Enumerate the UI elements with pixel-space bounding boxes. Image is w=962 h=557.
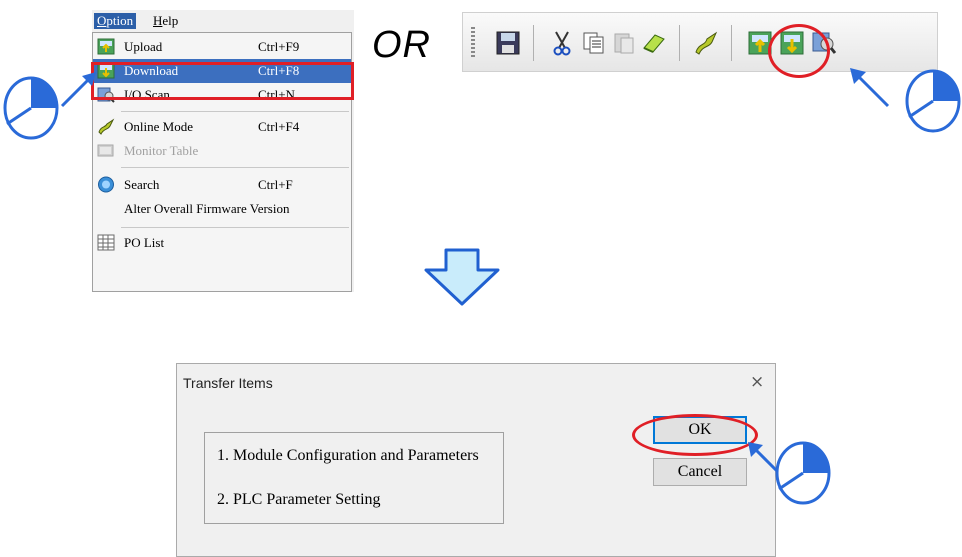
toolbar-divider xyxy=(731,25,732,61)
menu-item-monitor-table: Monitor Table xyxy=(93,139,351,163)
monitor-table-icon xyxy=(97,144,114,157)
po-list-icon xyxy=(97,234,115,251)
menu-help[interactable]: Help xyxy=(150,13,181,29)
menu-separator xyxy=(121,111,349,112)
upload-icon xyxy=(97,38,115,55)
online-mode-icon[interactable] xyxy=(693,30,719,56)
menu-item-label: Upload xyxy=(124,39,163,54)
menu-bar: Option Help xyxy=(92,10,354,32)
menu-separator xyxy=(121,167,349,168)
eraser-icon[interactable] xyxy=(641,30,667,56)
transfer-items-list: 1. Module Configuration and Parameters 2… xyxy=(204,432,504,524)
toolbar xyxy=(462,12,938,72)
dialog-title: Transfer Items xyxy=(183,375,273,391)
transfer-item: 2. PLC Parameter Setting xyxy=(217,491,381,508)
toolbar-divider xyxy=(533,25,534,61)
close-icon[interactable]: × xyxy=(750,372,764,392)
menu-item-upload[interactable]: Upload Ctrl+F9 xyxy=(93,35,351,59)
menu-item-po-list[interactable]: PO List xyxy=(93,231,351,255)
option-menu: Option Help Upload Ctrl+F9 Download Ctrl… xyxy=(91,10,354,292)
menu-item-label: Search xyxy=(124,177,160,192)
search-icon xyxy=(98,176,114,193)
pointer-arrow-icon xyxy=(60,72,96,108)
pointer-circle-icon xyxy=(3,76,59,140)
menu-item-search[interactable]: Search Ctrl+F xyxy=(93,173,351,197)
online-mode-icon xyxy=(98,118,115,135)
cancel-button[interactable]: Cancel xyxy=(653,458,747,486)
pointer-circle-icon xyxy=(775,441,831,505)
menu-item-label: PO List xyxy=(124,235,165,250)
menu-item-alter-firmware[interactable]: Alter Overall Firmware Version xyxy=(93,197,351,221)
menu-item-shortcut: Ctrl+F4 xyxy=(258,119,300,134)
save-icon[interactable] xyxy=(495,30,521,56)
toolbar-grip[interactable] xyxy=(471,27,475,59)
or-label: OR xyxy=(372,24,431,66)
menu-item-shortcut: Ctrl+F xyxy=(258,177,293,192)
toolbar-divider xyxy=(679,25,680,61)
download-button-highlight xyxy=(768,24,830,78)
download-highlight-box xyxy=(91,62,354,100)
ok-button-highlight xyxy=(632,414,758,456)
pointer-circle-icon xyxy=(905,69,961,133)
menu-option[interactable]: Option xyxy=(94,13,137,29)
transfer-items-dialog: Transfer Items × 1. Module Configuration… xyxy=(176,363,776,557)
menu-item-online-mode[interactable]: Online Mode Ctrl+F4 xyxy=(93,115,351,139)
menu-item-shortcut: Ctrl+F9 xyxy=(258,39,300,54)
menu-item-label: Online Mode xyxy=(124,119,193,134)
paste-icon xyxy=(614,33,634,54)
copy-icon[interactable] xyxy=(581,30,607,56)
transfer-item: 1. Module Configuration and Parameters xyxy=(217,447,479,464)
menu-separator xyxy=(121,227,349,228)
menu-item-label: Monitor Table xyxy=(124,143,199,158)
down-arrow-icon xyxy=(424,248,500,306)
pointer-arrow-icon xyxy=(850,68,890,108)
menu-item-label: Alter Overall Firmware Version xyxy=(124,201,290,216)
cut-icon[interactable] xyxy=(549,30,575,56)
